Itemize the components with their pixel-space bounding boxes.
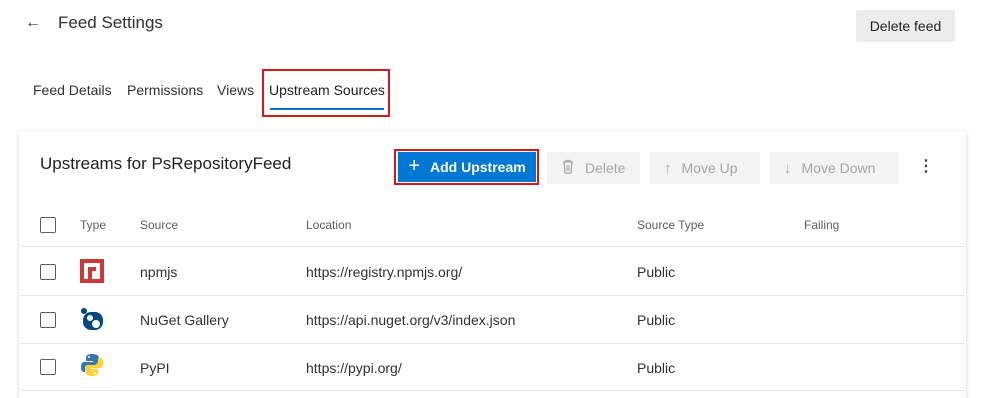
move-up-button[interactable]: ↑ Move Up <box>650 152 760 184</box>
row-source-type: Public <box>637 312 676 328</box>
row-location: https://registry.npmjs.org/ <box>306 264 463 280</box>
column-header-failing: Failing <box>804 218 840 232</box>
select-all-checkbox[interactable] <box>40 217 56 233</box>
npm-icon <box>80 259 104 283</box>
row-source-type: Public <box>637 264 676 280</box>
row-source: NuGet Gallery <box>140 312 229 328</box>
arrow-down-icon: ↓ <box>784 159 792 177</box>
add-upstream-highlight-box <box>394 149 539 185</box>
move-down-button[interactable]: ↓ Move Down <box>770 152 899 184</box>
column-header-location: Location <box>306 218 352 232</box>
move-down-label: Move Down <box>801 160 876 176</box>
move-up-label: Move Up <box>681 160 738 176</box>
tab-permissions[interactable]: Permissions <box>127 82 203 98</box>
page-title: Feed Settings <box>58 13 163 32</box>
column-header-source: Source <box>140 218 179 232</box>
column-header-source-type: Source Type <box>637 218 705 232</box>
delete-feed-button[interactable]: Delete feed <box>856 10 955 42</box>
row-source-type: Public <box>637 360 676 376</box>
row-checkbox[interactable] <box>40 312 56 328</box>
row-checkbox[interactable] <box>40 359 56 375</box>
column-header-type: Type <box>80 218 107 232</box>
delete-button[interactable]: Delete <box>547 152 640 184</box>
row-divider <box>20 295 965 296</box>
delete-label: Delete <box>585 160 626 176</box>
trash-icon <box>561 159 575 178</box>
row-checkbox[interactable] <box>40 264 56 280</box>
back-arrow-icon[interactable]: ← <box>25 14 43 32</box>
tab-feed-details[interactable]: Feed Details <box>33 82 112 98</box>
row-location: https://api.nuget.org/v3/index.json <box>306 312 516 328</box>
row-divider <box>20 390 965 391</box>
nuget-icon <box>80 307 104 331</box>
arrow-up-icon: ↑ <box>664 159 672 177</box>
row-divider <box>20 343 965 344</box>
more-options-icon[interactable]: ⋮ <box>918 156 934 180</box>
tab-highlight-box <box>262 69 390 117</box>
tab-views[interactable]: Views <box>217 82 254 98</box>
python-icon <box>80 353 104 377</box>
row-source: npmjs <box>140 264 178 280</box>
row-location: https://pypi.org/ <box>306 360 402 376</box>
row-source: PyPI <box>140 360 170 376</box>
card-title: Upstreams for PsRepositoryFeed <box>40 154 292 173</box>
header-divider <box>20 246 965 247</box>
